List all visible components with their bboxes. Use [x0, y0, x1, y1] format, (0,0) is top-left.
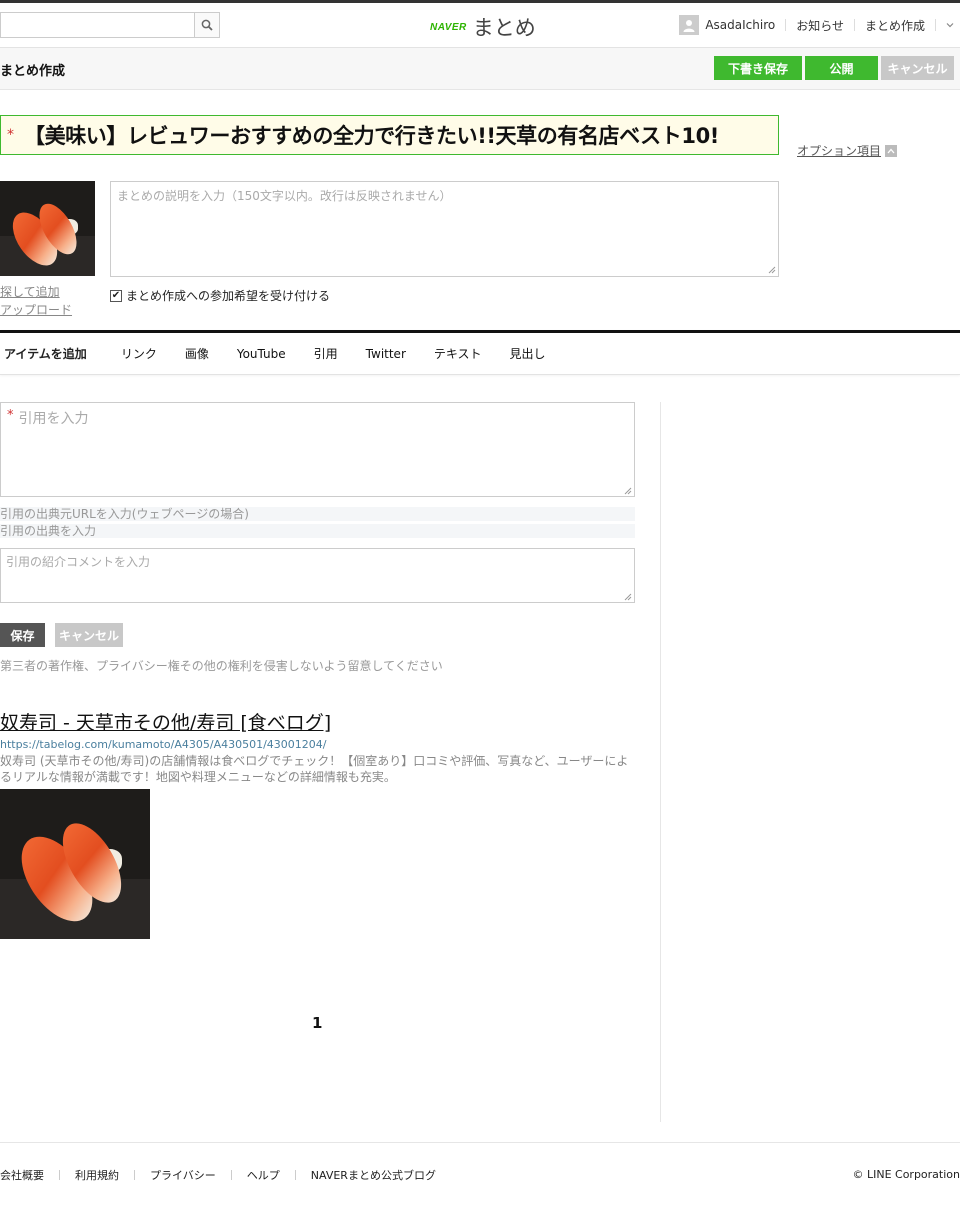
- cancel-button[interactable]: キャンセル: [881, 56, 954, 80]
- chevron-down-icon[interactable]: [946, 22, 954, 28]
- matome-thumbnail-image[interactable]: [0, 181, 95, 276]
- username-link[interactable]: AsadaIchiro: [705, 18, 775, 32]
- footer-link-blog[interactable]: NAVERまとめ公式ブログ: [311, 1167, 436, 1183]
- tab-heading[interactable]: 見出し: [510, 345, 546, 362]
- quote-comment-textarea[interactable]: 引用の紹介コメントを入力: [0, 548, 635, 603]
- add-item-heading: アイテムを追加: [4, 347, 87, 361]
- divider: [59, 1170, 60, 1180]
- footer-link-privacy[interactable]: プライバシー: [150, 1167, 216, 1183]
- top-bar: NAVER まとめ AsadaIchiro お知らせ まとめ作成: [0, 0, 960, 48]
- quote-save-button[interactable]: 保存: [0, 623, 45, 647]
- notifications-link[interactable]: お知らせ: [796, 17, 844, 34]
- tab-twitter[interactable]: Twitter: [366, 347, 406, 361]
- footer-link-terms[interactable]: 利用規約: [75, 1167, 119, 1183]
- required-mark: *: [7, 408, 14, 423]
- footer-links: 会社概要 利用規約 プライバシー ヘルプ NAVERまとめ公式ブログ: [0, 1167, 436, 1183]
- search-input[interactable]: [1, 13, 194, 37]
- footer: 会社概要 利用規約 プライバシー ヘルプ NAVERまとめ公式ブログ © LIN…: [0, 1142, 960, 1205]
- naver-matome-logo[interactable]: NAVER まとめ: [430, 12, 536, 42]
- logo-naver-text: NAVER: [430, 21, 467, 33]
- collapse-icon[interactable]: [885, 144, 898, 157]
- logo-matome-text: まとめ: [472, 16, 536, 40]
- option-items-label: オプション項目: [797, 144, 882, 158]
- search-box: [0, 12, 220, 38]
- page-title: まとめ作成: [0, 64, 66, 79]
- user-icon: [683, 20, 695, 32]
- tab-link[interactable]: リンク: [121, 345, 157, 362]
- tab-image[interactable]: 画像: [185, 345, 209, 362]
- search-icon: [201, 19, 213, 31]
- column-divider: [660, 402, 661, 1122]
- divider: [294, 1170, 296, 1180]
- required-mark: *: [7, 127, 14, 143]
- link-item-image[interactable]: [0, 789, 150, 939]
- tab-text[interactable]: テキスト: [434, 345, 482, 362]
- divider: [853, 19, 855, 31]
- quote-source-input[interactable]: 引用の出典を入力: [0, 524, 635, 538]
- upload-image-link[interactable]: アップロード: [0, 301, 72, 318]
- tab-youtube[interactable]: YouTube: [237, 347, 286, 361]
- description-textarea[interactable]: まとめの説明を入力（150文字以内。改行は反映されません）: [110, 181, 779, 277]
- link-item-description: 奴寿司 (天草市その他/寿司)の店舗情報は食べログでチェック！【個室あり】口コミ…: [0, 754, 629, 784]
- tab-quote[interactable]: 引用: [314, 345, 338, 362]
- footer-link-help[interactable]: ヘルプ: [247, 1167, 280, 1183]
- divider: [230, 1170, 232, 1180]
- quote-textarea[interactable]: * 引用を入力: [0, 402, 635, 497]
- link-item-title[interactable]: 奴寿司 - 天草市その他/寿司 [食べログ]: [0, 708, 331, 735]
- user-bar: AsadaIchiro お知らせ まとめ作成: [679, 15, 960, 35]
- resize-grip-icon[interactable]: [624, 593, 632, 601]
- editor-header: まとめ作成 下書き保存 公開 キャンセル: [0, 48, 960, 90]
- find-image-link[interactable]: 探して追加: [0, 283, 60, 300]
- divider: [935, 19, 936, 31]
- save-draft-button[interactable]: 下書き保存: [714, 56, 802, 80]
- copyright: © LINE Corporation: [852, 1168, 960, 1181]
- accept-participation-label: まとめ作成への参加希望を受け付ける: [126, 289, 331, 303]
- divider: [785, 19, 787, 31]
- matome-title-field[interactable]: * 【美味い】レビュワーおすすめの全力で行きたい!!天草の有名店ベスト10!: [0, 115, 779, 155]
- accept-participation-checkbox[interactable]: ✔: [110, 289, 122, 302]
- accept-participation-row[interactable]: ✔ まとめ作成への参加希望を受け付ける: [110, 287, 330, 304]
- footer-link-company[interactable]: 会社概要: [0, 1167, 44, 1183]
- page-number[interactable]: 1: [312, 1014, 322, 1032]
- resize-grip-icon[interactable]: [624, 487, 632, 495]
- quote-cancel-button[interactable]: キャンセル: [55, 623, 123, 647]
- quote-placeholder: 引用を入力: [18, 411, 89, 427]
- add-item-toolbar: アイテムを追加 リンク 画像 YouTube 引用 Twitter テキスト 見…: [0, 330, 960, 375]
- divider: [134, 1170, 135, 1180]
- link-item-url[interactable]: https://tabelog.com/kumamoto/A4305/A4305…: [0, 738, 327, 751]
- option-items-link[interactable]: オプション項目: [797, 142, 898, 159]
- copyright-notice: 第三者の著作権、プライバシー権その他の権利を侵害しないよう留意してください: [0, 659, 443, 673]
- matome-title-text: 【美味い】レビュワーおすすめの全力で行きたい!!天草の有名店ベスト10!: [24, 124, 719, 148]
- resize-grip-icon[interactable]: [768, 266, 776, 274]
- quote-source-url-input[interactable]: 引用の出典元URLを入力(ウェブページの場合): [0, 507, 635, 521]
- search-button[interactable]: [194, 13, 219, 37]
- create-matome-link[interactable]: まとめ作成: [865, 17, 925, 34]
- publish-button[interactable]: 公開: [805, 56, 878, 80]
- avatar[interactable]: [679, 15, 700, 35]
